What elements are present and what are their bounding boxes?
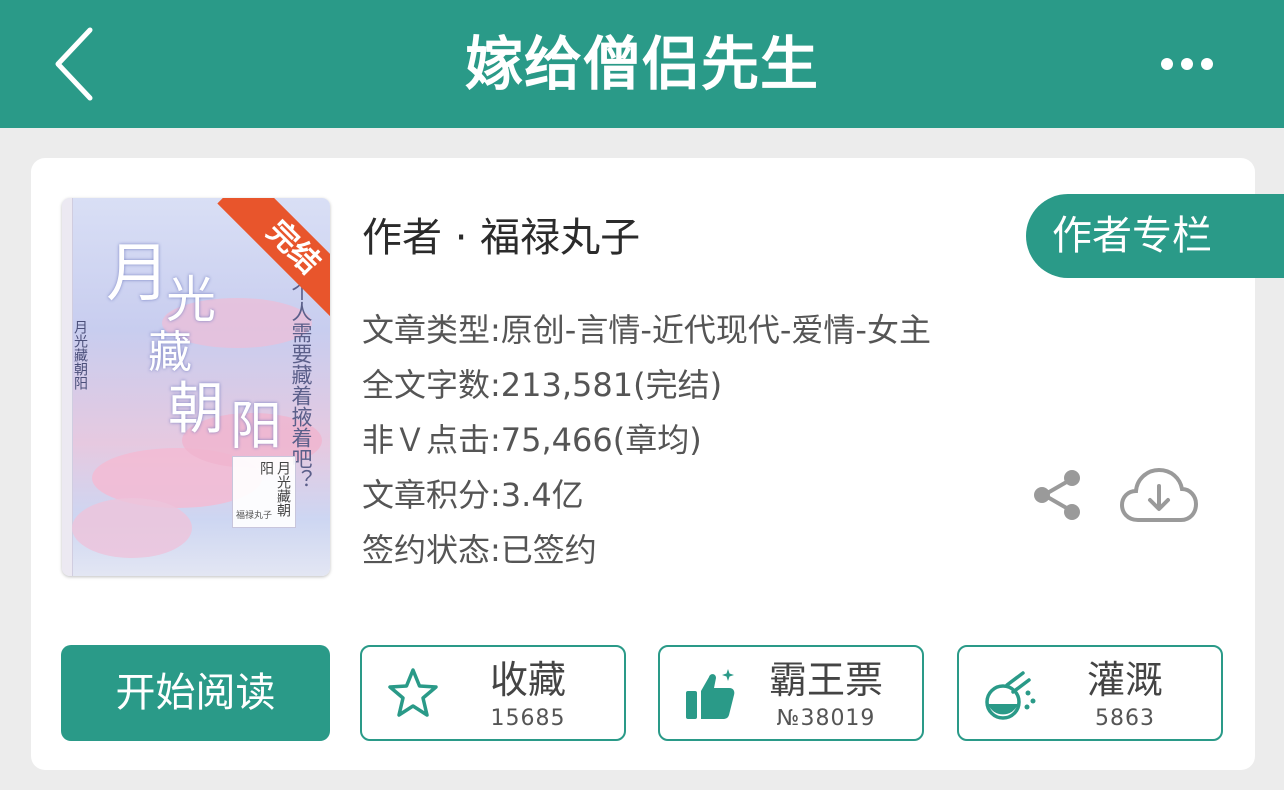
cover-title-char: 阳 <box>230 397 283 457</box>
start-reading-button[interactable]: 开始阅读 <box>61 645 330 741</box>
cover-title-char: 月 <box>106 237 170 311</box>
ticket-button[interactable]: 霸王票 №38019 <box>658 645 924 741</box>
thumbs-up-icon <box>686 669 735 719</box>
ticket-label: 霸王票 <box>768 658 883 702</box>
info-sign-status: 签约状态:已签约 <box>362 531 597 569</box>
more-dots-icon[interactable] <box>1150 40 1224 88</box>
app-header: 嫁给僧侣先生 <box>0 0 1284 128</box>
info-clicks: 非Ｖ点击:75,466(章均) <box>362 421 702 459</box>
page-title: 嫁给僧侣先生 <box>464 30 819 98</box>
info-category: 文章类型:原创-言情-近代现代-爱情-女主 <box>362 311 931 349</box>
favorite-count: 15685 <box>490 706 566 731</box>
cover-small-title: 月光藏朝阳 <box>72 320 88 390</box>
cloud-download-icon[interactable] <box>1120 466 1198 526</box>
nutrient-label: 灌溉 <box>1086 658 1163 702</box>
cover-cloud <box>72 498 192 558</box>
cover-title-char: 朝 <box>168 377 224 442</box>
nutrient-count: 5863 <box>1095 706 1155 731</box>
completed-ribbon: 完结 <box>198 198 330 330</box>
share-icon[interactable] <box>1030 468 1084 522</box>
flask-icon <box>985 671 1036 720</box>
info-score: 文章积分:3.4亿 <box>362 476 584 514</box>
favorite-button[interactable]: 收藏 15685 <box>360 645 626 741</box>
favorite-label: 收藏 <box>489 658 566 702</box>
nutrient-button[interactable]: 灌溉 5863 <box>957 645 1223 741</box>
star-icon <box>388 668 438 717</box>
info-word-count: 全文字数:213,581(完结) <box>362 366 723 404</box>
cover-author: 福禄丸子 <box>236 511 273 521</box>
ticket-count: №38019 <box>776 706 876 731</box>
author-name[interactable]: 作者 · 福禄丸子 <box>362 210 640 266</box>
author-column-button[interactable]: 作者专栏 <box>1026 194 1284 278</box>
completed-badge: 完结 <box>217 198 330 324</box>
